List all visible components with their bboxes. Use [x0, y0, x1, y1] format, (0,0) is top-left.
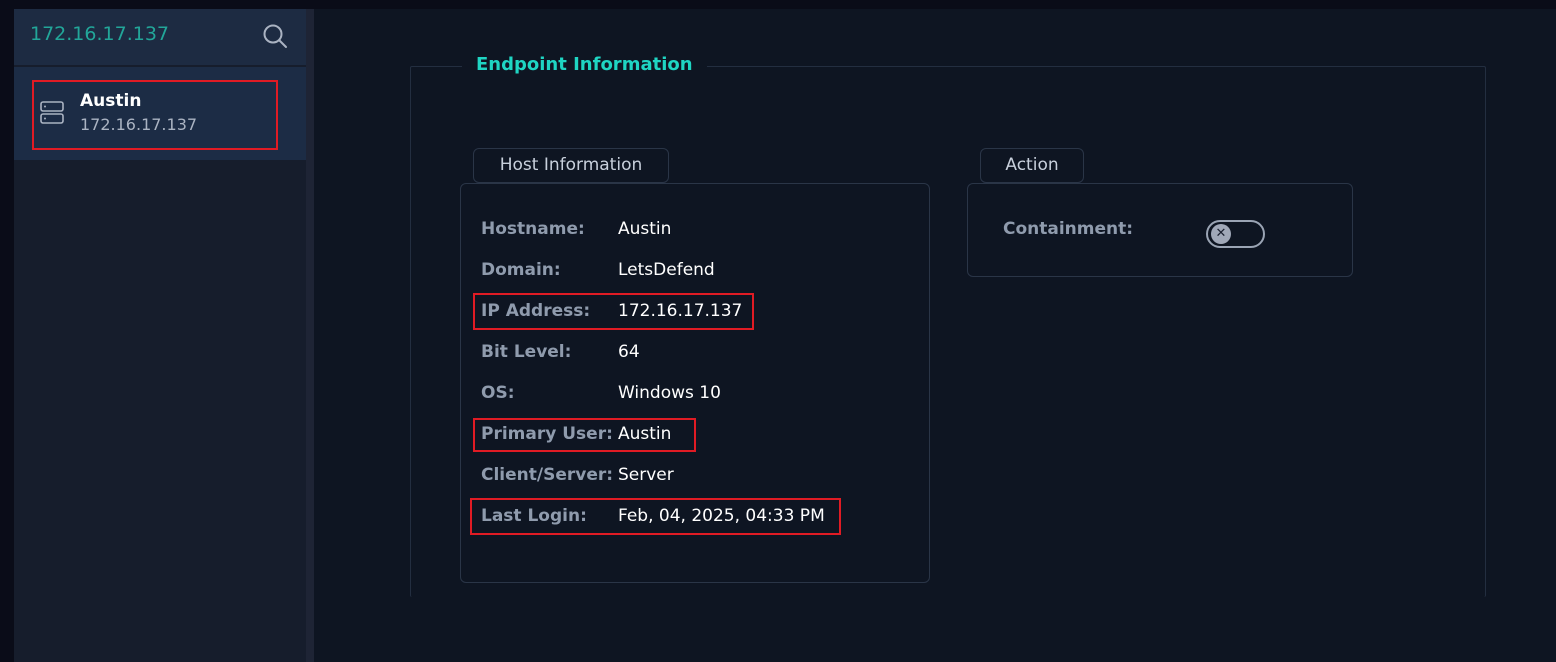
- host-information-label: Host Information: [473, 148, 669, 183]
- containment-label: Containment:: [1003, 219, 1134, 239]
- info-key: Domain:: [481, 260, 561, 280]
- info-key: Client/Server:: [481, 465, 614, 485]
- info-value: Windows 10: [618, 383, 721, 403]
- info-key: Hostname:: [481, 219, 585, 239]
- highlight-box-ip-address: [473, 293, 754, 330]
- search-icon[interactable]: [262, 23, 288, 49]
- close-icon: ✕: [1211, 224, 1231, 244]
- action-label: Action: [980, 148, 1084, 183]
- info-value: LetsDefend: [618, 260, 715, 280]
- section-title: Endpoint Information: [462, 51, 707, 79]
- highlight-box-last-login: [470, 498, 841, 535]
- info-value: 64: [618, 342, 640, 362]
- info-key: Bit Level:: [481, 342, 572, 362]
- highlight-box-primary-user: [473, 418, 696, 452]
- search-bar[interactable]: 172.16.17.137: [14, 9, 306, 65]
- sidebar: 172.16.17.137 Austin 172.16.17.137: [14, 9, 306, 662]
- info-value: Server: [618, 465, 674, 485]
- main-panel: Endpoint Information Host Information Ho…: [314, 9, 1556, 662]
- sidebar-scrollbar[interactable]: [306, 9, 314, 662]
- search-input[interactable]: 172.16.17.137: [30, 23, 169, 45]
- highlight-box-endpoint: [32, 80, 278, 150]
- info-value: Austin: [618, 219, 672, 239]
- info-key: OS:: [481, 383, 515, 403]
- containment-toggle[interactable]: ✕: [1206, 220, 1265, 248]
